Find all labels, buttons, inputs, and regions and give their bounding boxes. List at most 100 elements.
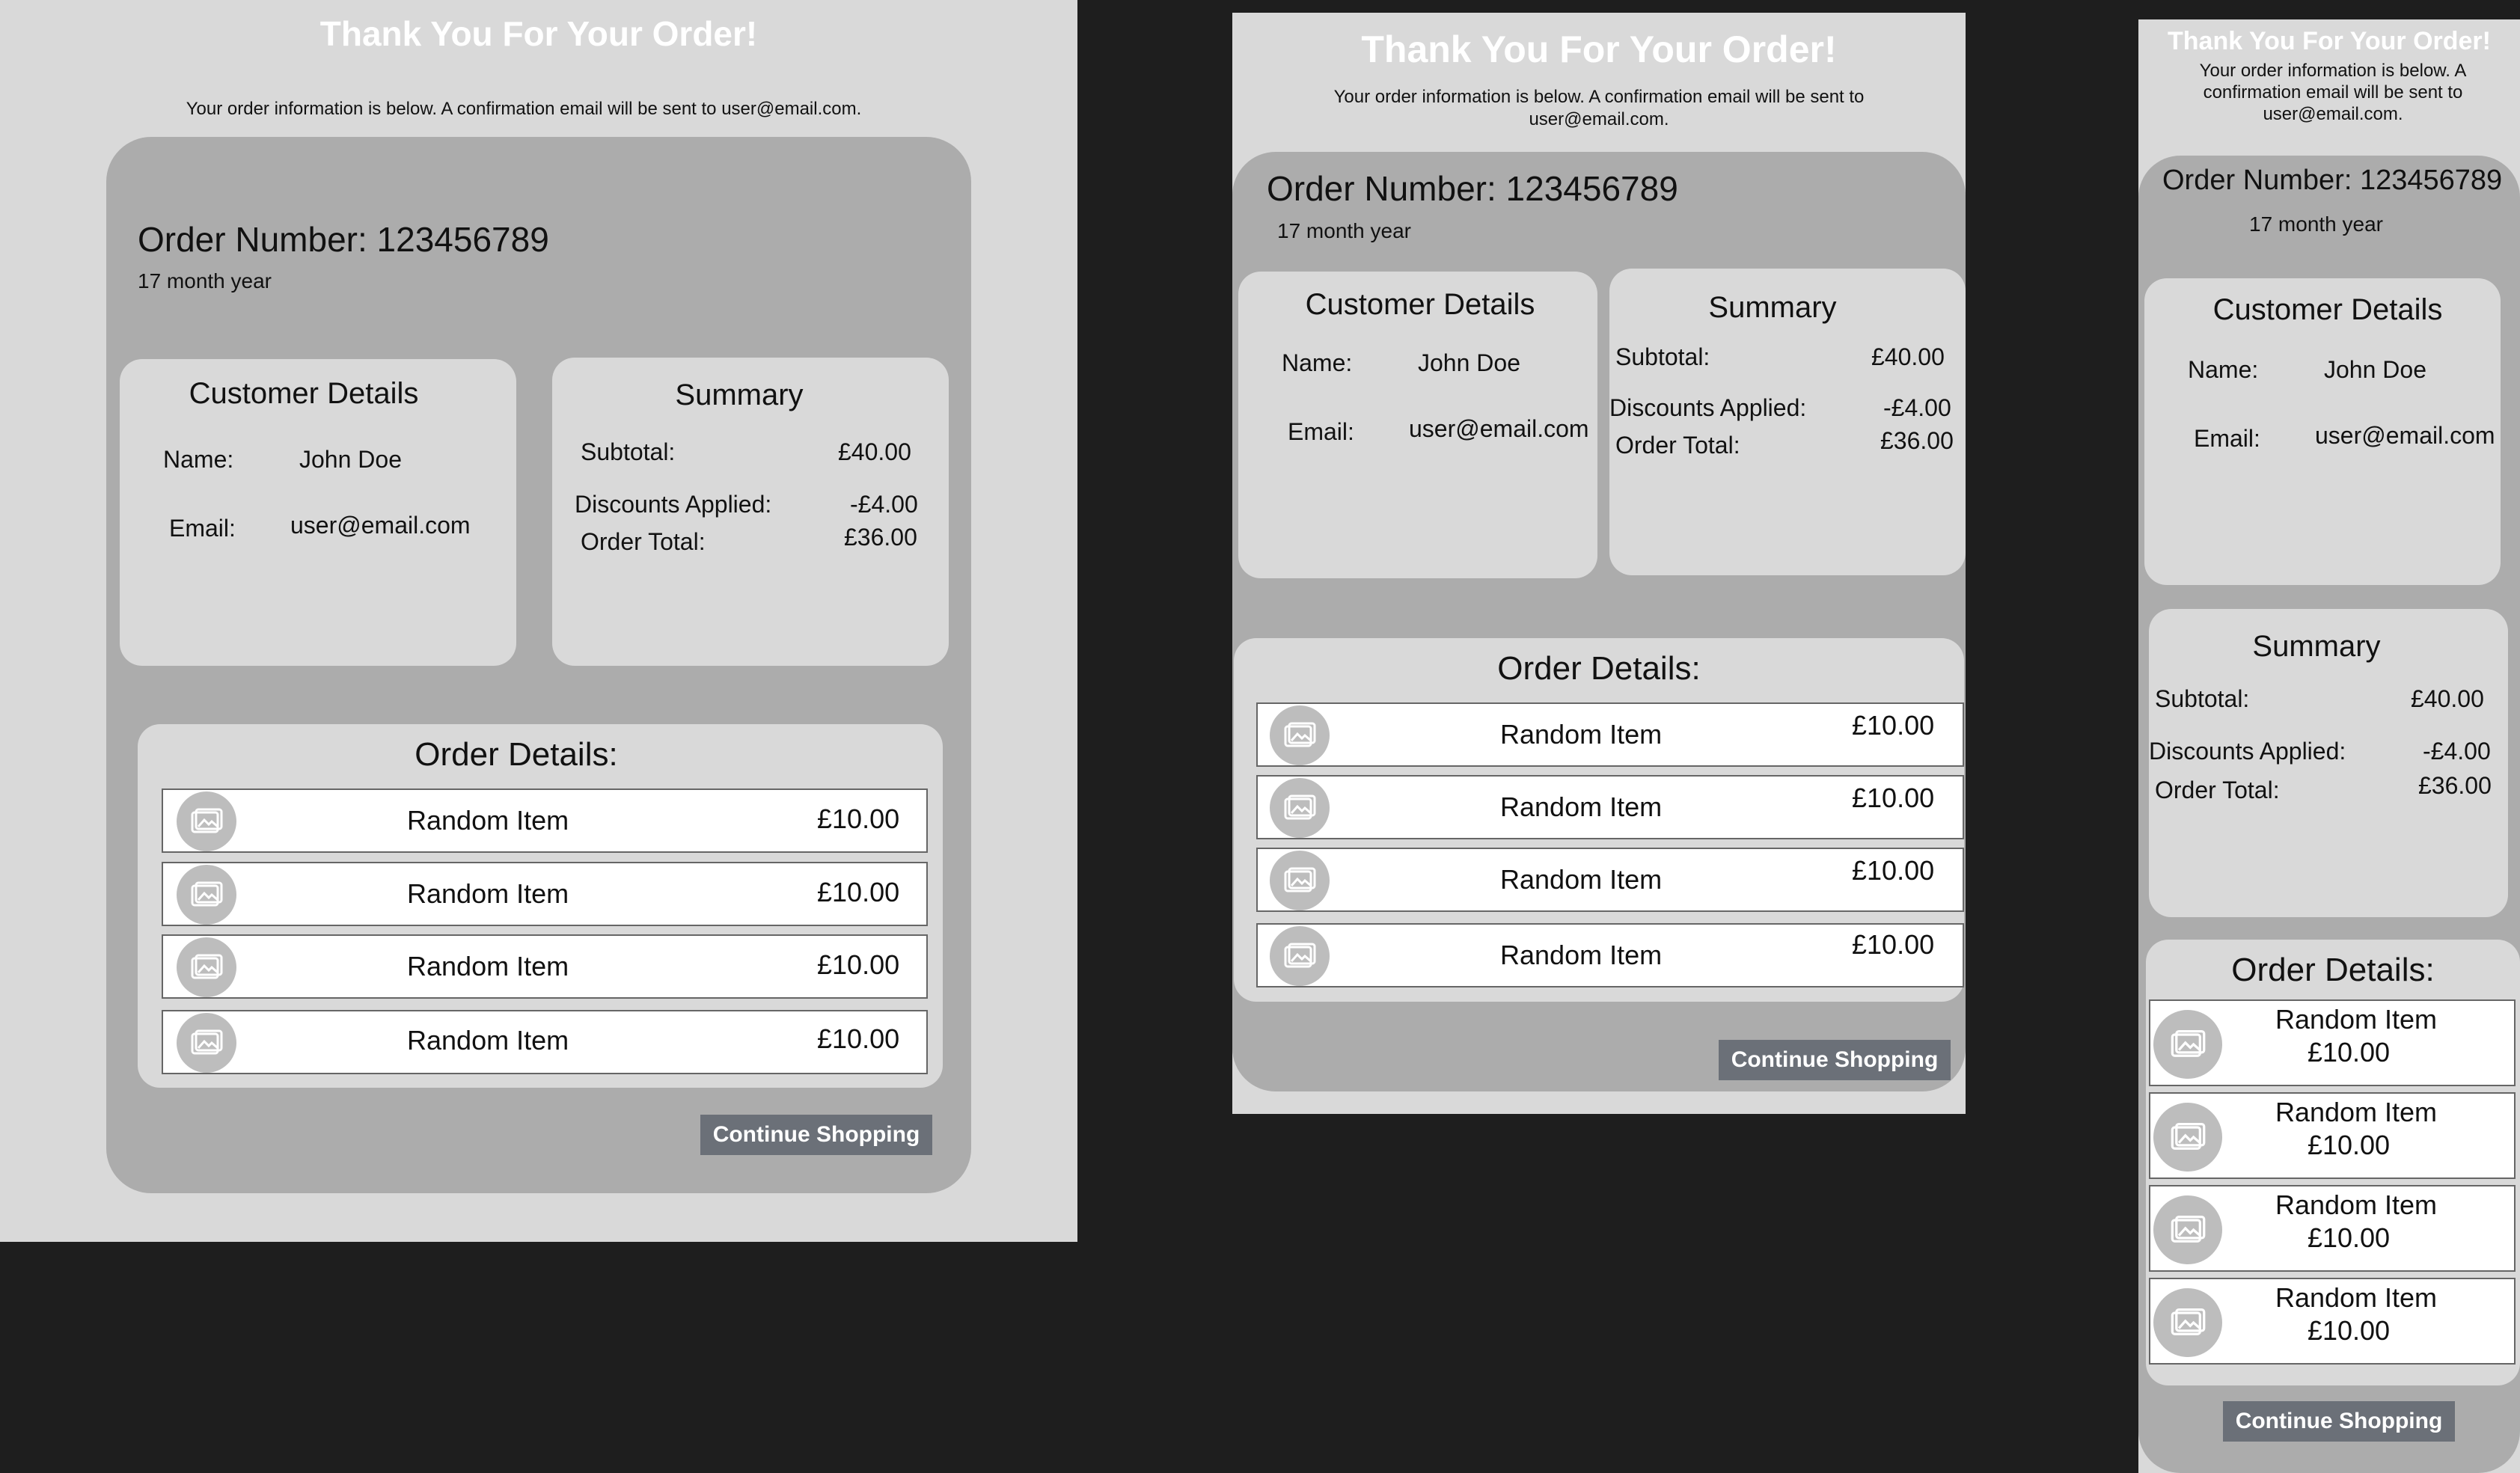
order-details-card: Order Details: Random Item £10.00 Random…	[138, 724, 943, 1088]
summary-heading: Summary	[1708, 291, 1837, 324]
item-name: Random Item	[2275, 1189, 2438, 1220]
order-details-card: Order Details: Random Item £10.00 Random…	[2146, 940, 2520, 1385]
intro-text: Your order information is below. A confi…	[2199, 61, 2467, 124]
item-row[interactable]: Random Item £10.00	[2149, 1185, 2516, 1272]
total-label: Order Total:	[581, 528, 706, 555]
image-placeholder-icon	[177, 1013, 236, 1073]
customer-details-card: Customer Details Name: John Doe Email: u…	[120, 359, 516, 666]
name-value: John Doe	[1418, 349, 1520, 376]
discounts-label: Discounts Applied:	[2149, 738, 2346, 765]
continue-shopping-button[interactable]: Continue Shopping	[700, 1115, 932, 1155]
item-row[interactable]: Random Item £10.00	[2149, 1278, 2516, 1365]
item-price: £10.00	[817, 1023, 900, 1054]
item-name: Random Item	[407, 951, 569, 982]
page-title: Thank You For Your Order!	[1361, 28, 1837, 70]
summary-card: Summary Subtotal: £40.00 Discounts Appli…	[552, 358, 949, 666]
order-date: 17 month year	[2249, 212, 2383, 236]
name-label: Name:	[163, 446, 234, 473]
image-placeholder-icon	[2153, 1288, 2222, 1357]
subtotal-value: £40.00	[838, 438, 911, 465]
item-row[interactable]: Random Item £10.00	[162, 934, 928, 999]
item-name: Random Item	[1500, 864, 1663, 895]
order-date: 17 month year	[1277, 219, 1411, 242]
item-price: £10.00	[2307, 1130, 2391, 1160]
item-name: Random Item	[2275, 1004, 2438, 1035]
order-number: Order Number: 123456789	[1267, 169, 1678, 208]
total-value: £36.00	[844, 524, 917, 551]
summary-card: Summary Subtotal: £40.00 Discounts Appli…	[1609, 269, 1966, 575]
item-price: £10.00	[2307, 1222, 2391, 1253]
total-label: Order Total:	[2155, 777, 2280, 803]
name-label: Name:	[1282, 349, 1353, 376]
image-placeholder-icon	[1270, 705, 1330, 765]
order-details-heading: Order Details:	[1497, 650, 1701, 687]
item-row[interactable]: Random Item £10.00	[2149, 999, 2516, 1086]
item-price: £10.00	[817, 949, 900, 980]
customer-details-card: Customer Details Name: John Doe Email: u…	[2144, 278, 2501, 585]
page-title: Thank You For Your Order!	[319, 14, 758, 53]
name-label: Name:	[2188, 356, 2259, 383]
item-row[interactable]: Random Item £10.00	[1256, 923, 1964, 987]
image-placeholder-icon	[177, 791, 236, 851]
desktop-frame: Thank You For Your Order! Your order inf…	[0, 0, 1077, 1242]
summary-heading: Summary	[2252, 630, 2381, 663]
customer-details-heading: Customer Details	[189, 377, 419, 410]
subtotal-label: Subtotal:	[2155, 685, 2250, 712]
order-details-card: Order Details: Random Item £10.00 Random…	[1234, 638, 1964, 1002]
continue-shopping-button[interactable]: Continue Shopping	[2223, 1401, 2455, 1442]
discounts-label: Discounts Applied:	[1609, 394, 1807, 421]
email-label: Email:	[1288, 418, 1354, 445]
total-value: £36.00	[1880, 427, 1954, 454]
customer-details-card: Customer Details Name: John Doe Email: u…	[1238, 272, 1597, 578]
subtotal-label: Subtotal:	[581, 438, 676, 465]
item-row[interactable]: Random Item £10.00	[1256, 848, 1964, 912]
intro-text: Your order information is below. A confi…	[1333, 87, 1865, 129]
item-name: Random Item	[2275, 1282, 2438, 1313]
mobile-frame: Thank You For Your Order! Your order inf…	[2138, 19, 2520, 1473]
item-name: Random Item	[407, 805, 569, 836]
order-panel: Order Number: 123456789 17 month year Cu…	[2138, 156, 2520, 1473]
subtotal-label: Subtotal:	[1615, 343, 1710, 370]
item-price: £10.00	[1852, 783, 1935, 813]
email-label: Email:	[169, 515, 236, 542]
discounts-label: Discounts Applied:	[575, 491, 772, 518]
item-price: £10.00	[1852, 929, 1935, 960]
subtotal-value: £40.00	[1871, 343, 1945, 370]
order-panel: Order Number: 123456789 17 month year Cu…	[1232, 152, 1966, 1091]
image-placeholder-icon	[1270, 851, 1330, 910]
name-value: John Doe	[2324, 356, 2426, 383]
item-price: £10.00	[817, 877, 900, 907]
total-label: Order Total:	[1615, 432, 1740, 459]
email-value: user@email.com	[1409, 415, 1589, 442]
order-details-heading: Order Details:	[2231, 952, 2435, 988]
order-details-heading: Order Details:	[415, 736, 618, 773]
customer-details-heading: Customer Details	[2212, 293, 2443, 326]
image-placeholder-icon	[1270, 926, 1330, 986]
item-row[interactable]: Random Item £10.00	[1256, 702, 1964, 767]
tablet-frame: Thank You For Your Order! Your order inf…	[1232, 13, 1966, 1114]
item-price: £10.00	[1852, 710, 1935, 741]
item-row[interactable]: Random Item £10.00	[162, 788, 928, 853]
discounts-value: -£4.00	[1883, 394, 1951, 421]
item-price: £10.00	[817, 803, 900, 834]
continue-shopping-button[interactable]: Continue Shopping	[1719, 1040, 1951, 1080]
email-label: Email:	[2194, 425, 2260, 452]
image-placeholder-icon	[177, 937, 236, 997]
summary-heading: Summary	[675, 379, 804, 411]
email-value: user@email.com	[290, 512, 471, 539]
order-number: Order Number: 123456789	[138, 220, 549, 259]
item-row[interactable]: Random Item £10.00	[162, 862, 928, 926]
discounts-value: -£4.00	[850, 491, 918, 518]
order-date: 17 month year	[138, 269, 272, 293]
item-price: £10.00	[1852, 855, 1935, 886]
image-placeholder-icon	[2153, 1195, 2222, 1264]
order-number: Order Number: 123456789	[2162, 165, 2503, 196]
item-name: Random Item	[1500, 791, 1663, 822]
item-name: Random Item	[1500, 719, 1663, 750]
item-row[interactable]: Random Item £10.00	[1256, 775, 1964, 839]
item-row[interactable]: Random Item £10.00	[162, 1010, 928, 1074]
total-value: £36.00	[2418, 772, 2492, 799]
page-title: Thank You For Your Order!	[2168, 27, 2491, 55]
item-row[interactable]: Random Item £10.00	[2149, 1092, 2516, 1179]
discounts-value: -£4.00	[2423, 738, 2491, 765]
